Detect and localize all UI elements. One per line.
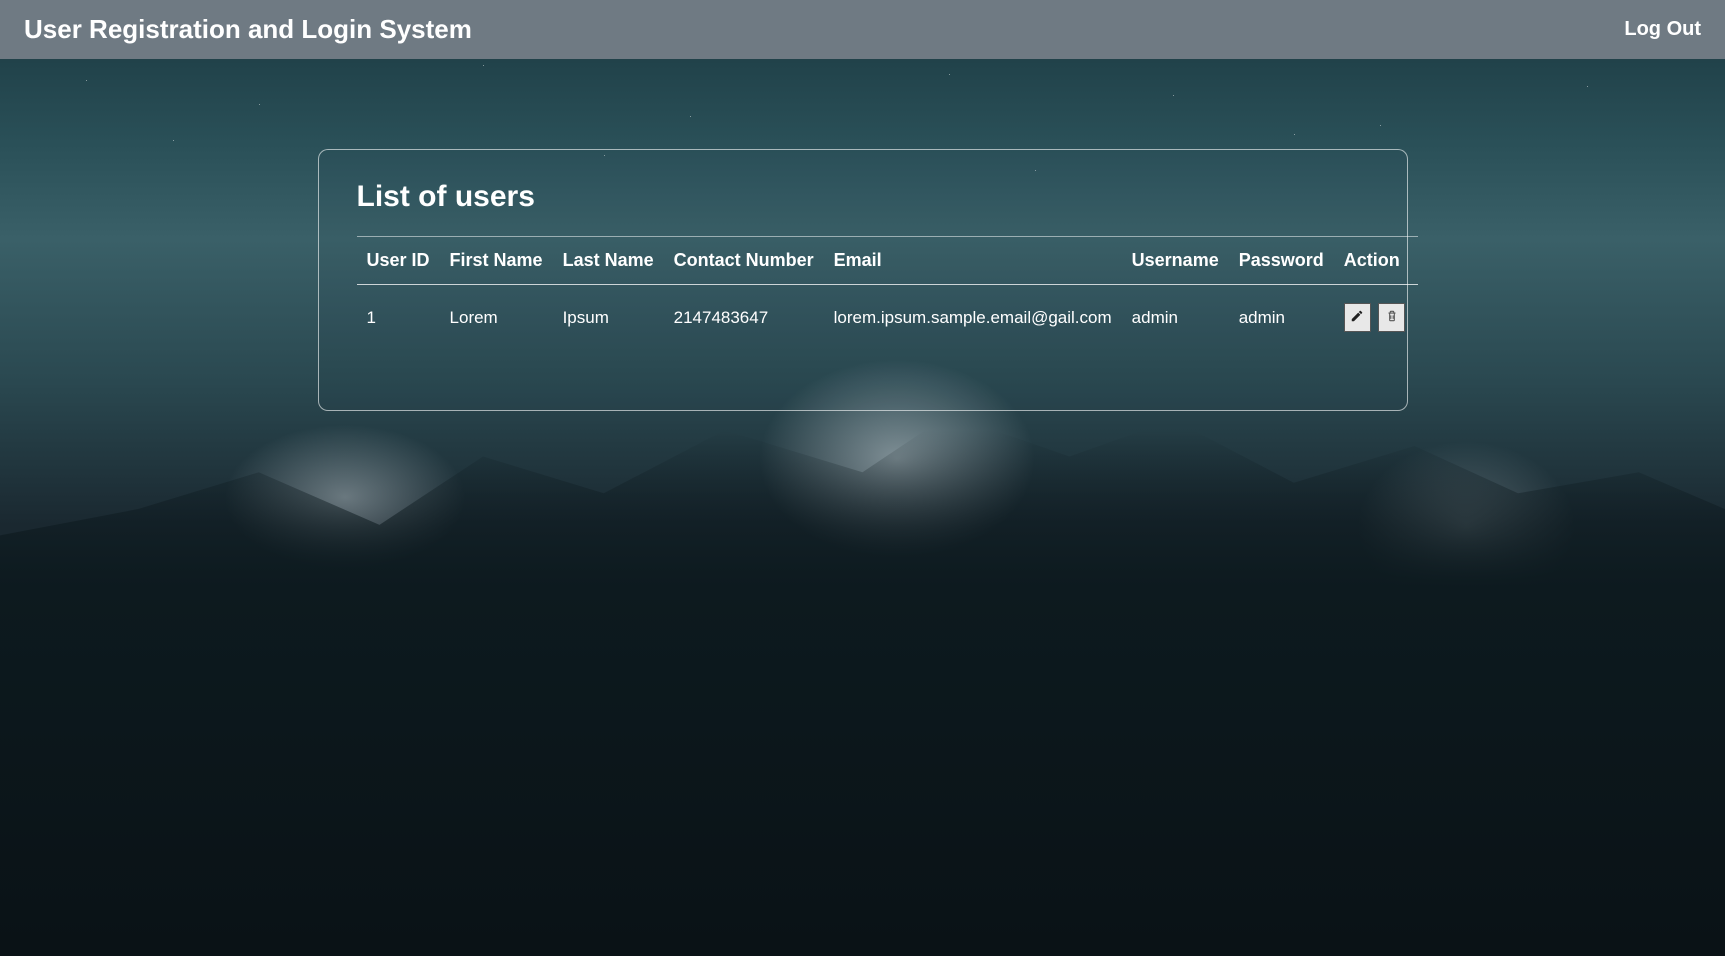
trash-icon [1385,309,1399,326]
header-first-name: First Name [440,237,553,285]
header-username: Username [1122,237,1229,285]
edit-button[interactable] [1344,303,1371,332]
cell-first-name: Lorem [440,285,553,361]
header-contact-number: Contact Number [664,237,824,285]
panel-title: List of users [357,180,1369,214]
pencil-icon [1350,309,1364,326]
header-password: Password [1229,237,1334,285]
cell-action [1334,285,1419,361]
cell-contact-number: 2147483647 [664,285,824,361]
table-header-row: User ID First Name Last Name Contact Num… [357,237,1419,285]
app-title: User Registration and Login System [24,14,472,45]
header-last-name: Last Name [553,237,664,285]
delete-button[interactable] [1378,303,1405,332]
cell-user-id: 1 [357,285,440,361]
cell-email: lorem.ipsum.sample.email@gail.com [824,285,1122,361]
table-row: 1 Lorem Ipsum 2147483647 lorem.ipsum.sam… [357,285,1419,361]
header-email: Email [824,237,1122,285]
main-content: List of users User ID First Name Last Na… [0,59,1725,411]
cell-last-name: Ipsum [553,285,664,361]
header-user-id: User ID [357,237,440,285]
navbar: User Registration and Login System Log O… [0,0,1725,59]
header-action: Action [1334,237,1419,285]
logout-button[interactable]: Log Out [1624,18,1701,41]
cell-password: admin [1229,285,1334,361]
user-list-panel: List of users User ID First Name Last Na… [318,149,1408,411]
cell-username: admin [1122,285,1229,361]
users-table: User ID First Name Last Name Contact Num… [357,236,1419,360]
